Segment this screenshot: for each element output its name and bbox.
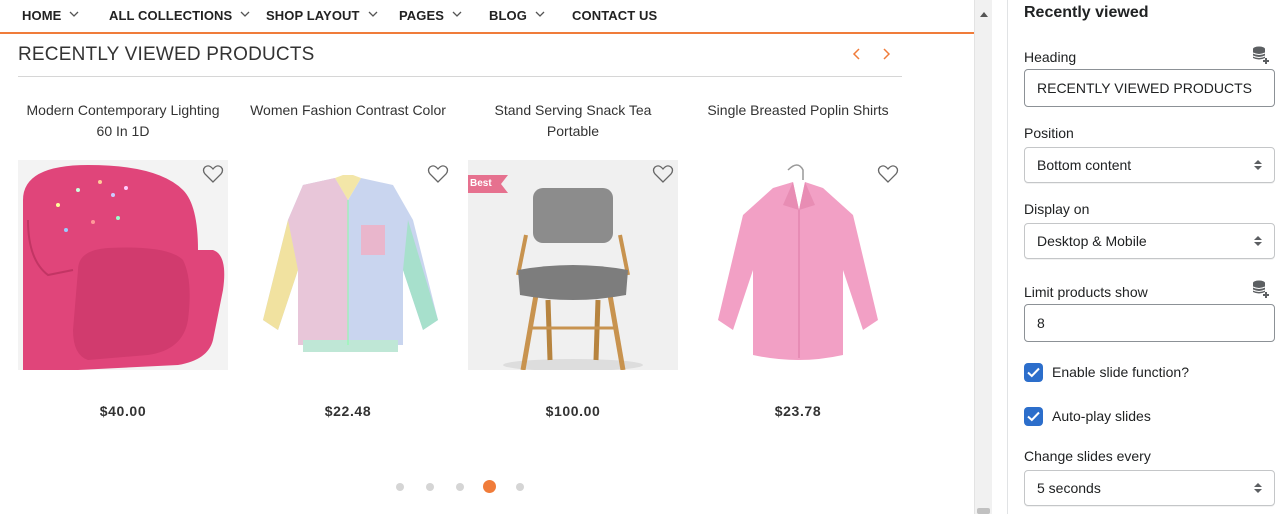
panel-title: Recently viewed bbox=[1024, 4, 1149, 21]
chevron-down-icon bbox=[240, 10, 250, 18]
product-image-pink-armchair[interactable] bbox=[18, 160, 228, 370]
product-image-pink-poplin-shirt[interactable] bbox=[693, 160, 903, 370]
autoplay-checkbox[interactable]: Auto-play slides bbox=[1024, 407, 1264, 427]
checkbox-checked[interactable] bbox=[1024, 363, 1043, 382]
product-price: $100.00 bbox=[545, 403, 601, 419]
nav-item-home[interactable]: HOME bbox=[22, 8, 79, 23]
limit-label: Limit products show bbox=[1024, 284, 1148, 300]
chevron-right-icon[interactable] bbox=[877, 44, 895, 64]
wishlist-heart-icon[interactable] bbox=[877, 163, 899, 185]
nav-item-label: CONTACT US bbox=[572, 8, 658, 23]
product-card[interactable]: Modern Contemporary Lighting 60 In 1D $4… bbox=[18, 100, 228, 419]
enable-slide-checkbox[interactable]: Enable slide function? bbox=[1024, 363, 1264, 383]
nav-item-label: PAGES bbox=[399, 8, 445, 23]
chevron-down-icon bbox=[452, 10, 462, 18]
product-card[interactable]: Women Fashion Contrast Color $22.48 bbox=[243, 100, 453, 419]
main-navigation: HOME ALL COLLECTIONS SHOP LAYOUT PAGES B… bbox=[0, 0, 974, 34]
pagination-dot[interactable] bbox=[456, 483, 464, 491]
autoplay-label: Auto-play slides bbox=[1052, 408, 1151, 424]
wishlist-heart-icon[interactable] bbox=[202, 163, 224, 185]
scrollbar-thumb[interactable] bbox=[977, 508, 990, 514]
nav-item-label: HOME bbox=[22, 8, 62, 23]
nav-item-blog[interactable]: BLOG bbox=[489, 8, 545, 23]
chevron-left-icon[interactable] bbox=[848, 44, 866, 64]
enable-slide-label: Enable slide function? bbox=[1052, 364, 1189, 380]
nav-item-label: SHOP LAYOUT bbox=[266, 8, 360, 23]
display-on-label: Display on bbox=[1024, 201, 1090, 217]
product-price: $22.48 bbox=[324, 403, 372, 419]
product-name[interactable]: Stand Serving Snack Tea Portable bbox=[468, 100, 678, 148]
nav-item-shop-layout[interactable]: SHOP LAYOUT bbox=[266, 8, 378, 23]
product-name[interactable]: Modern Contemporary Lighting 60 In 1D bbox=[18, 100, 228, 148]
pagination-dot[interactable] bbox=[396, 483, 404, 491]
select-arrows-icon bbox=[1254, 160, 1262, 170]
select-arrows-icon bbox=[1254, 236, 1262, 246]
nav-item-label: ALL COLLECTIONS bbox=[109, 8, 233, 23]
position-value: Bottom content bbox=[1037, 157, 1132, 173]
section-title: RECENTLY VIEWED PRODUCTS bbox=[18, 44, 315, 65]
dynamic-source-icon[interactable] bbox=[1251, 45, 1271, 65]
nav-item-all-collections[interactable]: ALL COLLECTIONS bbox=[109, 8, 250, 23]
select-arrows-icon bbox=[1254, 483, 1262, 493]
panel-divider bbox=[992, 0, 1008, 514]
heading-input[interactable]: RECENTLY VIEWED PRODUCTS bbox=[1024, 69, 1275, 107]
position-label: Position bbox=[1024, 125, 1074, 141]
chevron-down-icon bbox=[368, 10, 378, 18]
preview-scrollbar[interactable] bbox=[974, 0, 992, 514]
wishlist-heart-icon[interactable] bbox=[652, 163, 674, 185]
chevron-down-icon bbox=[69, 10, 79, 18]
carousel-arrows bbox=[848, 44, 898, 64]
best-badge: Best bbox=[468, 175, 508, 198]
nav-item-pages[interactable]: PAGES bbox=[399, 8, 462, 23]
display-on-select[interactable]: Desktop & Mobile bbox=[1024, 223, 1275, 259]
storefront-preview: HOME ALL COLLECTIONS SHOP LAYOUT PAGES B… bbox=[0, 0, 974, 514]
product-card[interactable]: Single Breasted Poplin Shirts $23.78 bbox=[693, 100, 903, 419]
dynamic-source-icon[interactable] bbox=[1251, 279, 1271, 299]
product-card[interactable]: Stand Serving Snack Tea Portable Best $1… bbox=[468, 100, 678, 419]
pagination-dot[interactable] bbox=[426, 483, 434, 491]
limit-input[interactable]: 8 bbox=[1024, 304, 1275, 342]
scroll-up-arrow-icon[interactable] bbox=[979, 5, 989, 17]
change-every-value: 5 seconds bbox=[1037, 480, 1101, 496]
position-select[interactable]: Bottom content bbox=[1024, 147, 1275, 183]
product-price: $23.78 bbox=[774, 403, 822, 419]
chevron-down-icon bbox=[535, 10, 545, 18]
wishlist-heart-icon[interactable] bbox=[427, 163, 449, 185]
change-every-select[interactable]: 5 seconds bbox=[1024, 470, 1275, 506]
product-name[interactable]: Single Breasted Poplin Shirts bbox=[693, 100, 903, 148]
checkbox-checked[interactable] bbox=[1024, 407, 1043, 426]
display-on-value: Desktop & Mobile bbox=[1037, 233, 1147, 249]
change-every-label: Change slides every bbox=[1024, 448, 1151, 464]
heading-label: Heading bbox=[1024, 49, 1077, 65]
section-divider bbox=[18, 76, 902, 77]
nav-item-label: BLOG bbox=[489, 8, 527, 23]
best-badge-label: Best bbox=[470, 178, 492, 189]
carousel-pagination bbox=[395, 480, 530, 494]
product-name[interactable]: Women Fashion Contrast Color bbox=[243, 100, 453, 148]
nav-item-contact-us[interactable]: CONTACT US bbox=[572, 8, 657, 23]
settings-panel: Recently viewed Heading RECENTLY VIEWED … bbox=[1008, 0, 1285, 514]
product-price: $40.00 bbox=[99, 403, 147, 419]
pagination-dot-active[interactable] bbox=[483, 480, 496, 493]
product-image-pastel-color-block-shirt[interactable] bbox=[243, 160, 453, 370]
pagination-dot[interactable] bbox=[516, 483, 524, 491]
